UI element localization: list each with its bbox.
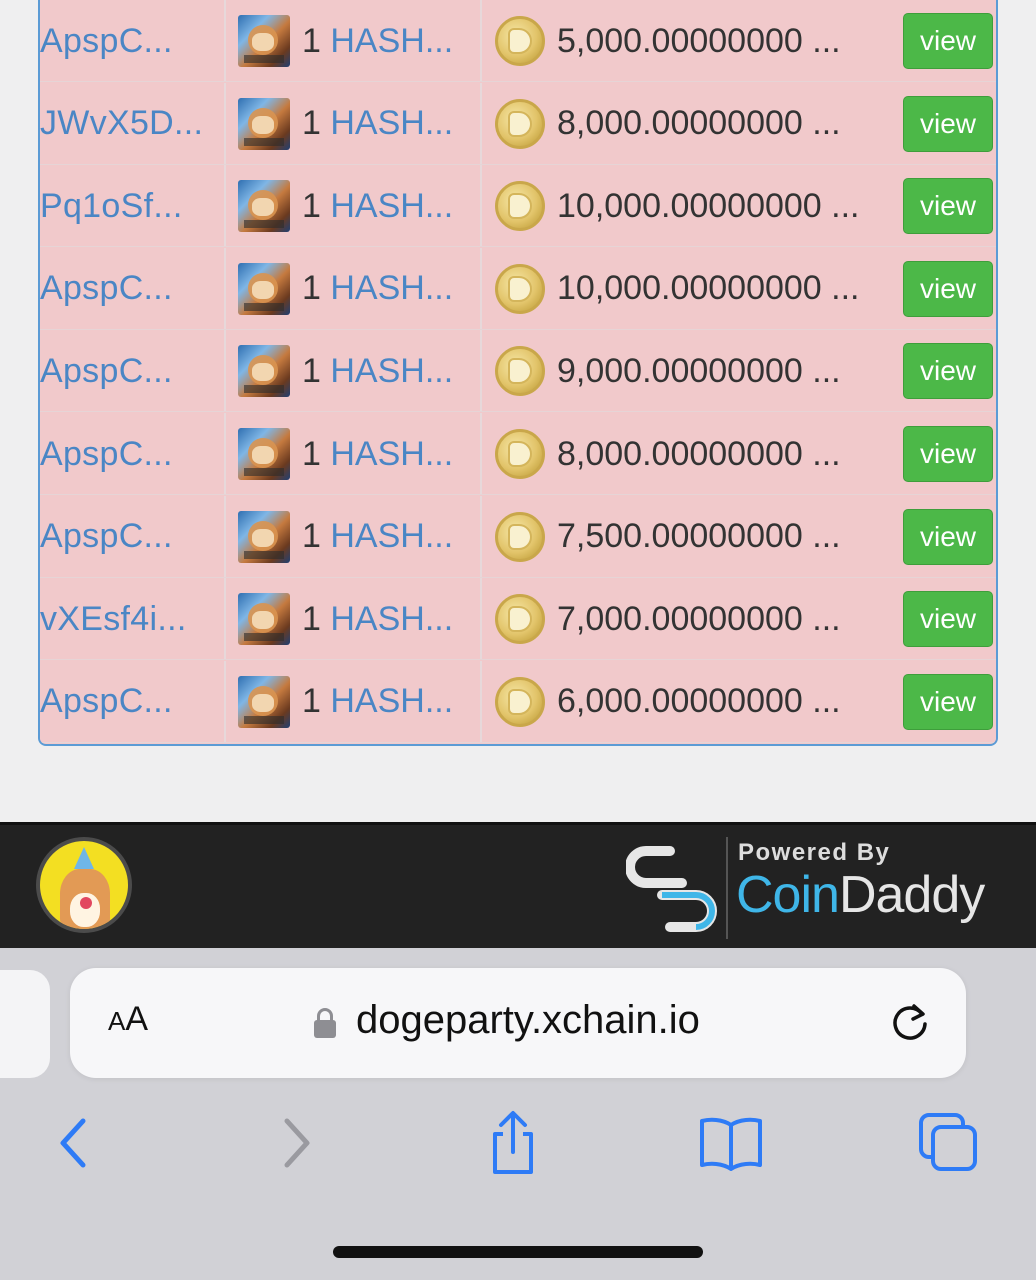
asset-link: HASH... xyxy=(330,186,454,225)
asset-link: HASH... xyxy=(330,351,454,390)
address-link[interactable]: vXEsf4i... xyxy=(40,600,187,639)
dogecoin-icon xyxy=(495,594,545,645)
amount-value: 10,000.00000000 ... xyxy=(557,186,860,225)
hash-asset-thumbnail-icon[interactable] xyxy=(238,428,290,480)
book-icon xyxy=(700,1117,762,1171)
dogecoin-icon xyxy=(495,16,545,66)
dogecoin-icon xyxy=(495,511,545,562)
asset-label[interactable]: 1 HASH... xyxy=(302,600,453,639)
hash-asset-thumbnail-icon[interactable] xyxy=(238,180,290,233)
view-button[interactable]: view xyxy=(903,591,993,648)
view-button[interactable]: view xyxy=(903,178,993,235)
url-text[interactable]: dogeparty.xchain.io xyxy=(356,998,700,1043)
view-button[interactable]: view xyxy=(903,343,993,400)
address-link[interactable]: JWvX5D... xyxy=(40,104,203,143)
hash-asset-thumbnail-icon[interactable] xyxy=(238,97,290,150)
hash-asset-thumbnail-icon[interactable] xyxy=(238,345,290,398)
hash-asset-thumbnail-icon[interactable] xyxy=(238,510,290,563)
amount-value: 5,000.00000000 ... xyxy=(557,21,841,60)
order-row: ApspC... 1 HASH... 8,000.00000000 ... view xyxy=(40,413,996,495)
view-button[interactable]: view xyxy=(903,13,993,69)
asset-label[interactable]: 1 HASH... xyxy=(302,104,453,143)
footer-divider xyxy=(726,837,728,939)
asset-link: HASH... xyxy=(330,682,454,721)
address-link[interactable]: ApspC... xyxy=(40,22,173,61)
dogeparty-mascot-logo[interactable] xyxy=(36,837,132,933)
asset-label[interactable]: 1 HASH... xyxy=(302,269,453,308)
hash-asset-thumbnail-icon[interactable] xyxy=(238,262,290,315)
hash-asset-thumbnail-icon[interactable] xyxy=(238,15,290,67)
share-icon xyxy=(493,1111,533,1174)
amount-value: 6,000.00000000 ... xyxy=(557,682,841,721)
order-row: Pq1oSf... 1 HASH... 10,000.00000000 ... vie… xyxy=(40,165,996,248)
address-link[interactable]: ApspC... xyxy=(40,435,173,474)
asset-label[interactable]: 1 HASH... xyxy=(302,682,453,721)
order-row: ApspC... 1 HASH... 9,000.00000000 ... view xyxy=(40,330,996,413)
text-size-button[interactable]: AA xyxy=(108,1000,148,1039)
dogecoin-icon xyxy=(495,429,545,479)
amount-value: 7,500.00000000 ... xyxy=(557,517,841,556)
back-chevron-icon xyxy=(60,1118,86,1168)
address-link[interactable]: ApspC... xyxy=(40,517,173,556)
tabs-button[interactable] xyxy=(914,1108,984,1178)
asset-link: HASH... xyxy=(330,269,454,308)
asset-label[interactable]: 1 HASH... xyxy=(302,435,453,474)
asset-link: HASH... xyxy=(330,104,454,143)
asset-label[interactable]: 1 HASH... xyxy=(302,22,453,61)
asset-label[interactable]: 1 HASH... xyxy=(302,517,453,556)
order-row: ApspC... 1 HASH... 6,000.00000000 ... view xyxy=(40,660,996,743)
view-button[interactable]: view xyxy=(903,95,993,152)
address-link[interactable]: ApspC... xyxy=(40,682,173,721)
amount-value: 10,000.00000000 ... xyxy=(557,269,860,308)
view-button[interactable]: view xyxy=(903,508,993,565)
orders-table: ApspC... 1 HASH... 5,000.00000000 ... view J… xyxy=(38,0,998,746)
amount-value: 8,000.00000000 ... xyxy=(557,104,841,143)
back-button[interactable] xyxy=(38,1108,108,1178)
bookmarks-button[interactable] xyxy=(696,1108,766,1178)
view-button[interactable]: view xyxy=(903,260,993,317)
powered-by-label: Powered By xyxy=(738,839,891,866)
site-footer: Powered By CoinDaddy xyxy=(0,822,1036,948)
dogecoin-icon xyxy=(495,181,545,232)
address-link[interactable]: Pq1oSf... xyxy=(40,187,183,226)
dogecoin-icon xyxy=(495,263,545,314)
dogecoin-icon xyxy=(495,676,545,727)
coindaddy-logo-icon[interactable] xyxy=(626,843,720,935)
address-link[interactable]: ApspC... xyxy=(40,269,173,308)
order-row: ApspC... 1 HASH... 5,000.00000000 ... view xyxy=(40,0,996,82)
browser-toolbar: AA dogeparty.xchain.io xyxy=(0,948,1036,1280)
asset-link: HASH... xyxy=(330,21,454,60)
asset-link: HASH... xyxy=(330,434,454,473)
lock-icon xyxy=(314,1008,336,1038)
order-row: vXEsf4i... 1 HASH... 7,000.00000000 ... vie… xyxy=(40,578,996,661)
asset-label[interactable]: 1 HASH... xyxy=(302,187,453,226)
address-link[interactable]: ApspC... xyxy=(40,352,173,391)
coindaddy-brand[interactable]: CoinDaddy xyxy=(736,865,985,925)
tabs-icon xyxy=(919,1113,977,1171)
asset-label[interactable]: 1 HASH... xyxy=(302,352,453,391)
dogecoin-icon xyxy=(495,98,545,149)
asset-link: HASH... xyxy=(330,517,454,556)
dogecoin-icon xyxy=(495,346,545,397)
amount-value: 8,000.00000000 ... xyxy=(557,434,841,473)
view-button[interactable]: view xyxy=(903,426,993,482)
hash-asset-thumbnail-icon[interactable] xyxy=(238,593,290,646)
amount-value: 7,000.00000000 ... xyxy=(557,599,841,638)
order-row: ApspC... 1 HASH... 10,000.00000000 ... view xyxy=(40,247,996,330)
forward-button[interactable] xyxy=(262,1108,332,1178)
hash-asset-thumbnail-icon[interactable] xyxy=(238,675,290,728)
amount-value: 9,000.00000000 ... xyxy=(557,351,841,390)
home-indicator xyxy=(333,1246,703,1258)
forward-chevron-icon xyxy=(284,1118,310,1168)
share-button[interactable] xyxy=(478,1108,548,1178)
order-row: ApspC... 1 HASH... 7,500.00000000 ... view xyxy=(40,495,996,578)
order-row: JWvX5D... 1 HASH... 8,000.00000000 ... view xyxy=(40,82,996,165)
previous-tab-preview[interactable] xyxy=(0,970,50,1078)
reload-icon[interactable] xyxy=(888,1000,932,1044)
address-bar[interactable]: AA dogeparty.xchain.io xyxy=(70,968,966,1078)
view-button[interactable]: view xyxy=(903,673,993,730)
asset-link: HASH... xyxy=(330,599,454,638)
